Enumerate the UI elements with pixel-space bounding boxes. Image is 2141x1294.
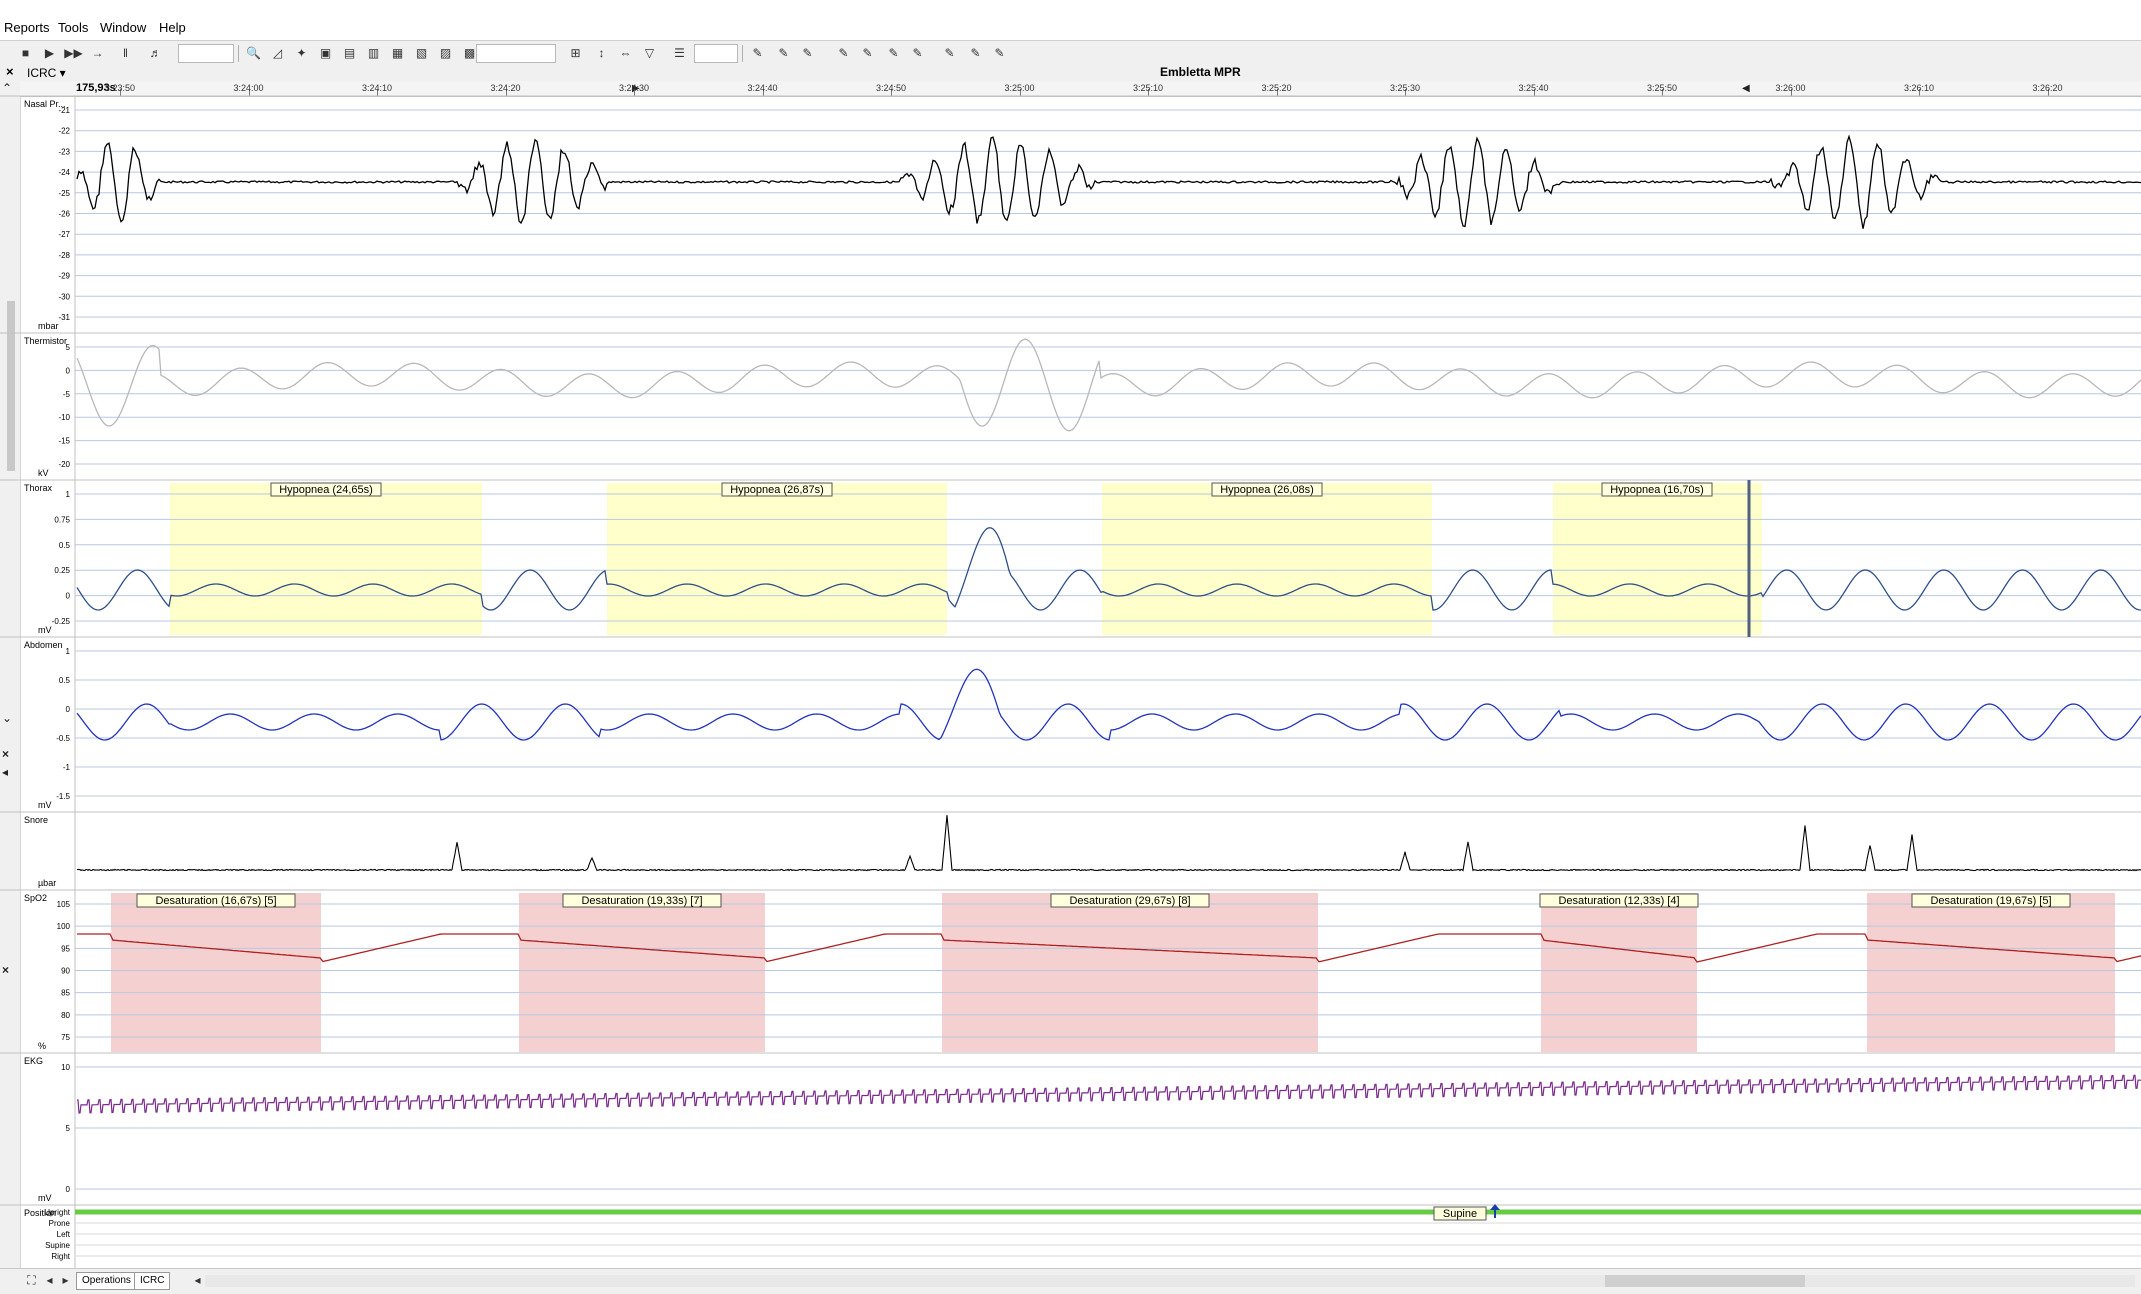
y-tick-label: -21 (58, 106, 70, 115)
position-label: Supine (1443, 1208, 1477, 1220)
y-tick-label: -1.5 (56, 792, 70, 801)
y-tick-label: 0 (66, 592, 71, 601)
tab-operations[interactable]: Operations (76, 1272, 137, 1290)
y-tick-label: -25 (58, 189, 70, 198)
y-tick-label: 105 (57, 900, 71, 909)
channel-unit: % (38, 1041, 46, 1051)
y-tick-label: 85 (61, 989, 70, 998)
desaturation-label: Desaturation (19,33s) [7] (581, 895, 702, 907)
hypopnea-label: Hypopnea (26,87s) (730, 484, 824, 496)
channel-unit: kV (38, 468, 49, 478)
y-tick-label: 0 (66, 705, 71, 714)
snore-trace (76, 815, 2141, 872)
status-bar: ⛶ ◂ ▸ Operations ICRC ◂ (0, 1268, 2141, 1294)
tab-icrc[interactable]: ICRC (134, 1272, 171, 1290)
nasal-pressure-trace (76, 134, 2141, 229)
y-tick-label: -26 (58, 210, 70, 219)
hypopnea-label: Hypopnea (16,70s) (1610, 484, 1704, 496)
y-tick-label: -1 (63, 763, 71, 772)
y-tick-label: -24 (58, 168, 70, 177)
hypopnea-region (1553, 483, 1762, 635)
y-tick-label: 0 (66, 1185, 71, 1194)
desaturation-region (1541, 893, 1697, 1052)
y-tick-label: -31 (58, 313, 70, 322)
y-tick-label: 0 (66, 366, 71, 375)
desaturation-region (519, 893, 765, 1052)
y-tick-label: -27 (58, 230, 70, 239)
y-tick-label: -0.25 (52, 617, 71, 626)
y-tick-label: 95 (61, 944, 70, 953)
y-tick-label: -5 (63, 390, 71, 399)
y-tick-label: 80 (61, 1011, 70, 1020)
y-tick-label: 0.75 (54, 515, 70, 524)
y-tick-label: -15 (58, 437, 70, 446)
y-tick-label: 1 (66, 490, 71, 499)
y-tick-label: 75 (61, 1033, 70, 1042)
y-tick-label: 0.5 (59, 676, 71, 685)
position-category-label: Upright (44, 1208, 71, 1217)
horizontal-scrollbar[interactable] (205, 1275, 2135, 1287)
hypopnea-label: Hypopnea (24,65s) (279, 484, 373, 496)
y-tick-label: 1 (66, 647, 71, 656)
y-tick-label: -10 (58, 413, 70, 422)
channel-unit: µbar (38, 878, 56, 888)
channel-unit: mbar (38, 321, 59, 331)
y-tick-label: -28 (58, 251, 70, 260)
desaturation-label: Desaturation (12,33s) [4] (1558, 895, 1679, 907)
channel-label: Thermistor (24, 336, 67, 346)
ekg-trace (77, 1074, 2141, 1114)
desaturation-label: Desaturation (16,67s) [5] (155, 895, 276, 907)
signal-plot-area[interactable]: Nasal Pr...mbar-21-22-23-24-25-26-27-28-… (0, 0, 2141, 1293)
position-category-label: Prone (49, 1219, 71, 1228)
hypopnea-region (1102, 483, 1432, 635)
position-category-label: Right (51, 1252, 70, 1261)
y-tick-label: -20 (58, 460, 70, 469)
desaturation-label: Desaturation (19,67s) [5] (1930, 895, 2051, 907)
channel-label: Snore (24, 815, 48, 825)
channel-label: EKG (24, 1056, 43, 1066)
y-tick-label: -22 (58, 127, 70, 136)
channel-label: SpO2 (24, 893, 47, 903)
channel-label: Abdomen (24, 640, 63, 650)
channel-unit: mV (38, 1193, 52, 1203)
hypopnea-region (170, 483, 482, 635)
scroll-right-icon[interactable]: ▸ (56, 1271, 75, 1290)
channel-unit: mV (38, 800, 52, 810)
resize-icon[interactable]: ⛶ (22, 1271, 41, 1290)
desaturation-region (942, 893, 1318, 1052)
y-tick-label: -30 (58, 292, 70, 301)
y-tick-label: 100 (57, 922, 71, 931)
channel-unit: mV (38, 625, 52, 635)
y-tick-label: -29 (58, 272, 70, 281)
hypopnea-label: Hypopnea (26,08s) (1220, 484, 1314, 496)
y-tick-label: -0.5 (56, 734, 70, 743)
y-tick-label: -23 (58, 147, 70, 156)
desaturation-region (1867, 893, 2115, 1052)
y-tick-label: 0.5 (59, 541, 71, 550)
y-tick-label: 10 (61, 1063, 70, 1072)
horizontal-scroll-thumb[interactable] (1605, 1275, 1805, 1287)
hypopnea-region (607, 483, 947, 635)
desaturation-region (111, 893, 321, 1052)
desaturation-label: Desaturation (29,67s) [8] (1069, 895, 1190, 907)
position-category-label: Supine (45, 1241, 70, 1250)
y-tick-label: 5 (66, 343, 71, 352)
position-category-label: Left (57, 1230, 71, 1239)
y-tick-label: 0.25 (54, 566, 70, 575)
channel-label: Thorax (24, 483, 53, 493)
y-tick-label: 5 (66, 1124, 71, 1133)
y-tick-label: 90 (61, 967, 70, 976)
